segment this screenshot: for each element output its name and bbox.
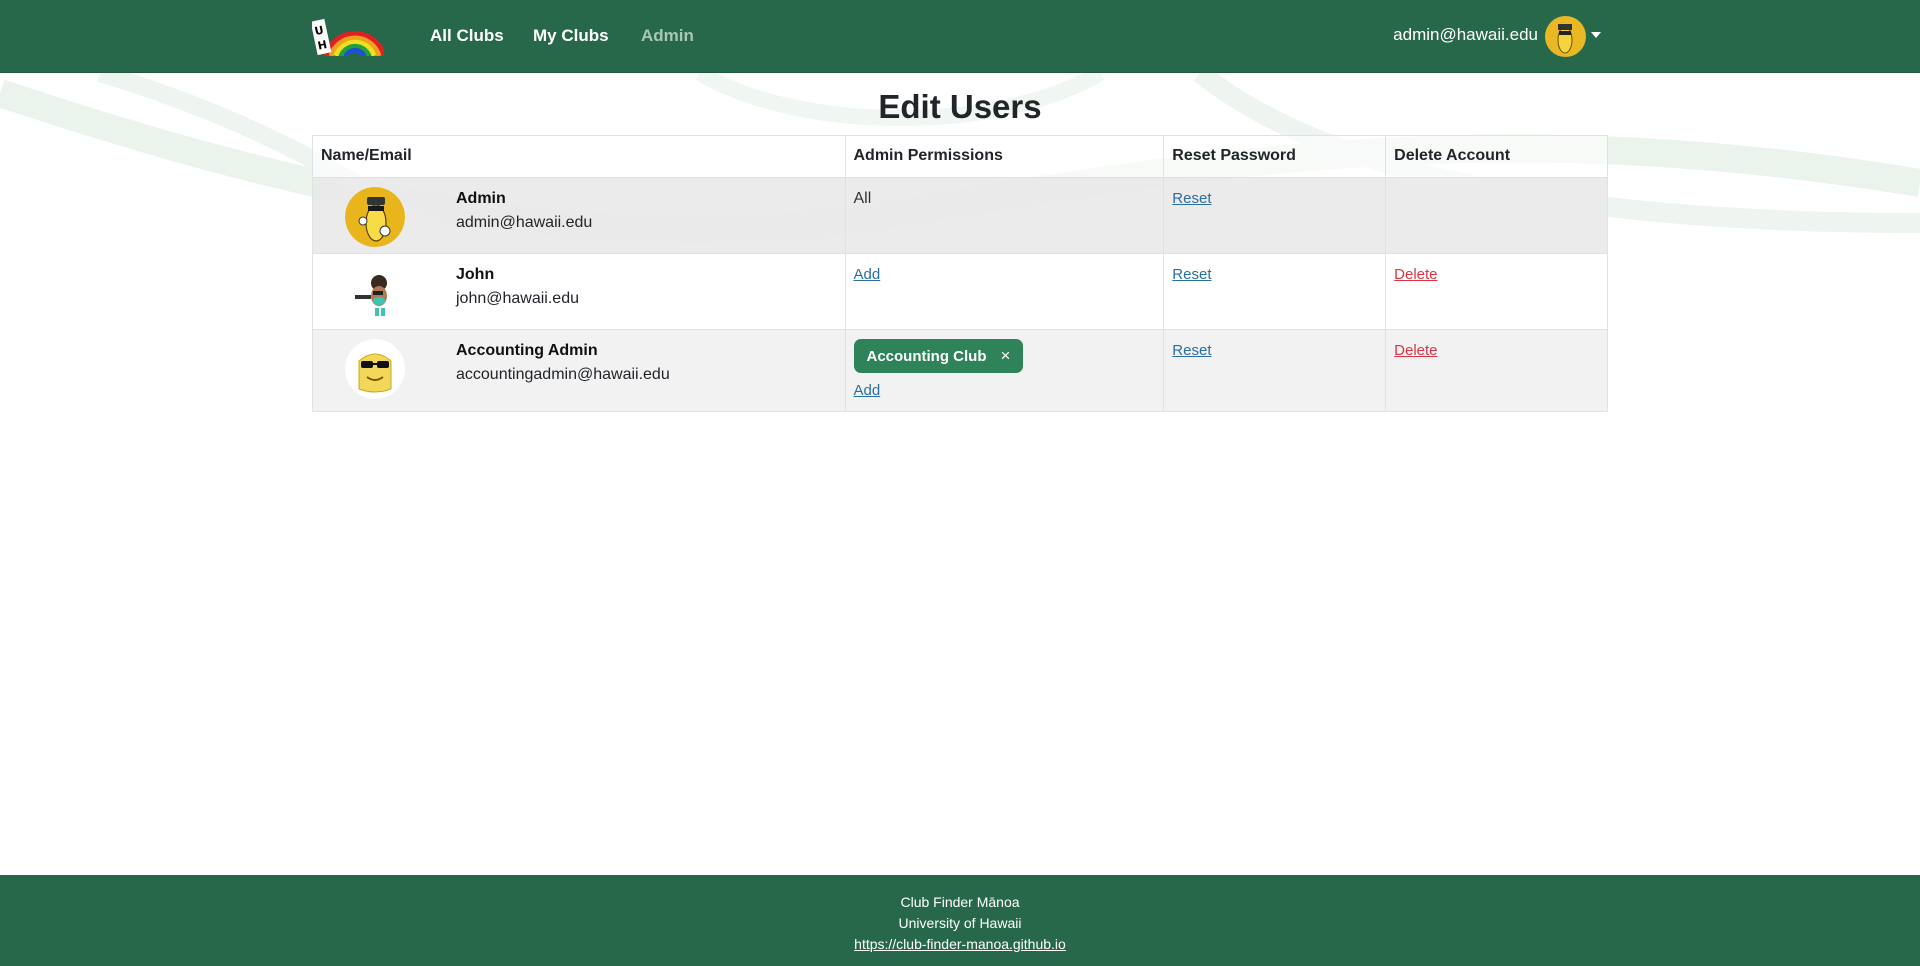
table-row: Admin admin@hawaii.edu All Reset: [312, 177, 1608, 254]
delete-cell: Delete: [1385, 253, 1608, 330]
reset-password-link[interactable]: Reset: [1172, 342, 1211, 359]
header-reset-password: Reset Password: [1163, 135, 1387, 178]
header-admin-permissions: Admin Permissions: [844, 135, 1165, 178]
header-name-email: Name/Email: [312, 135, 846, 178]
avatar: [345, 187, 405, 247]
permissions-cell: Add: [844, 253, 1165, 330]
navbar-inner: U H All Clubs My Clubs Admin admin@hawai…: [312, 0, 1608, 73]
reset-password-link[interactable]: Reset: [1172, 190, 1211, 207]
delete-account-link[interactable]: Delete: [1394, 342, 1437, 359]
chip-label: Accounting Club: [866, 347, 987, 365]
uh-rainbow-logo[interactable]: U H: [312, 16, 384, 56]
nav-all-clubs[interactable]: All Clubs: [430, 26, 504, 46]
avatar: [345, 263, 405, 323]
user-email-cell: admin@hawaii.edu: [456, 214, 593, 231]
user-name: John: [456, 266, 495, 283]
page-title: Edit Users: [878, 88, 1042, 125]
delete-account-link[interactable]: Delete: [1394, 266, 1437, 283]
add-permission-link[interactable]: Add: [854, 266, 881, 283]
footer-link[interactable]: https://club-finder-manoa.github.io: [854, 936, 1066, 952]
user-cell: Admin admin@hawaii.edu: [312, 177, 846, 254]
permission-chip: Accounting Club ×: [853, 339, 1024, 373]
table-header-row: Name/Email Admin Permissions Reset Passw…: [312, 135, 1608, 178]
reset-cell: Reset: [1163, 329, 1387, 412]
nav-admin[interactable]: Admin: [641, 26, 694, 46]
footer-university: University of Hawaii: [898, 915, 1022, 931]
footer-link-row: https://club-finder-manoa.github.io: [0, 936, 1920, 952]
user-email-cell: john@hawaii.edu: [456, 290, 579, 307]
user-name: Accounting Admin: [456, 342, 598, 359]
reset-cell: Reset: [1163, 177, 1387, 254]
table-row: John john@hawaii.edu Add Reset Delete: [312, 253, 1608, 330]
user-avatar[interactable]: [1545, 16, 1586, 57]
navbar: U H All Clubs My Clubs Admin admin@hawai…: [0, 0, 1920, 73]
header-delete-account: Delete Account: [1385, 135, 1608, 178]
users-table: Name/Email Admin Permissions Reset Passw…: [312, 135, 1608, 412]
reset-password-link[interactable]: Reset: [1172, 266, 1211, 283]
user-email[interactable]: admin@hawaii.edu: [1393, 25, 1538, 45]
permission-text: All: [853, 190, 872, 207]
reset-cell: Reset: [1163, 253, 1387, 330]
table-row: Accounting Admin accountingadmin@hawaii.…: [312, 329, 1608, 412]
delete-cell: Delete: [1385, 329, 1608, 412]
user-email-cell: accountingadmin@hawaii.edu: [456, 366, 670, 383]
chevron-down-icon[interactable]: [1591, 32, 1601, 38]
user-cell: John john@hawaii.edu: [312, 253, 846, 330]
permissions-cell: Accounting Club × Add: [844, 329, 1165, 412]
avatar: [345, 339, 405, 399]
add-permission-link[interactable]: Add: [854, 382, 1156, 399]
footer-title: Club Finder Mānoa: [900, 894, 1020, 910]
footer: Club Finder Mānoa University of Hawaii h…: [0, 875, 1920, 966]
delete-cell: [1385, 177, 1608, 254]
permissions-cell: All: [844, 177, 1165, 254]
nav-my-clubs[interactable]: My Clubs: [533, 26, 609, 46]
close-icon[interactable]: ×: [1001, 346, 1011, 366]
user-cell: Accounting Admin accountingadmin@hawaii.…: [312, 329, 846, 412]
user-name: Admin: [456, 190, 506, 207]
